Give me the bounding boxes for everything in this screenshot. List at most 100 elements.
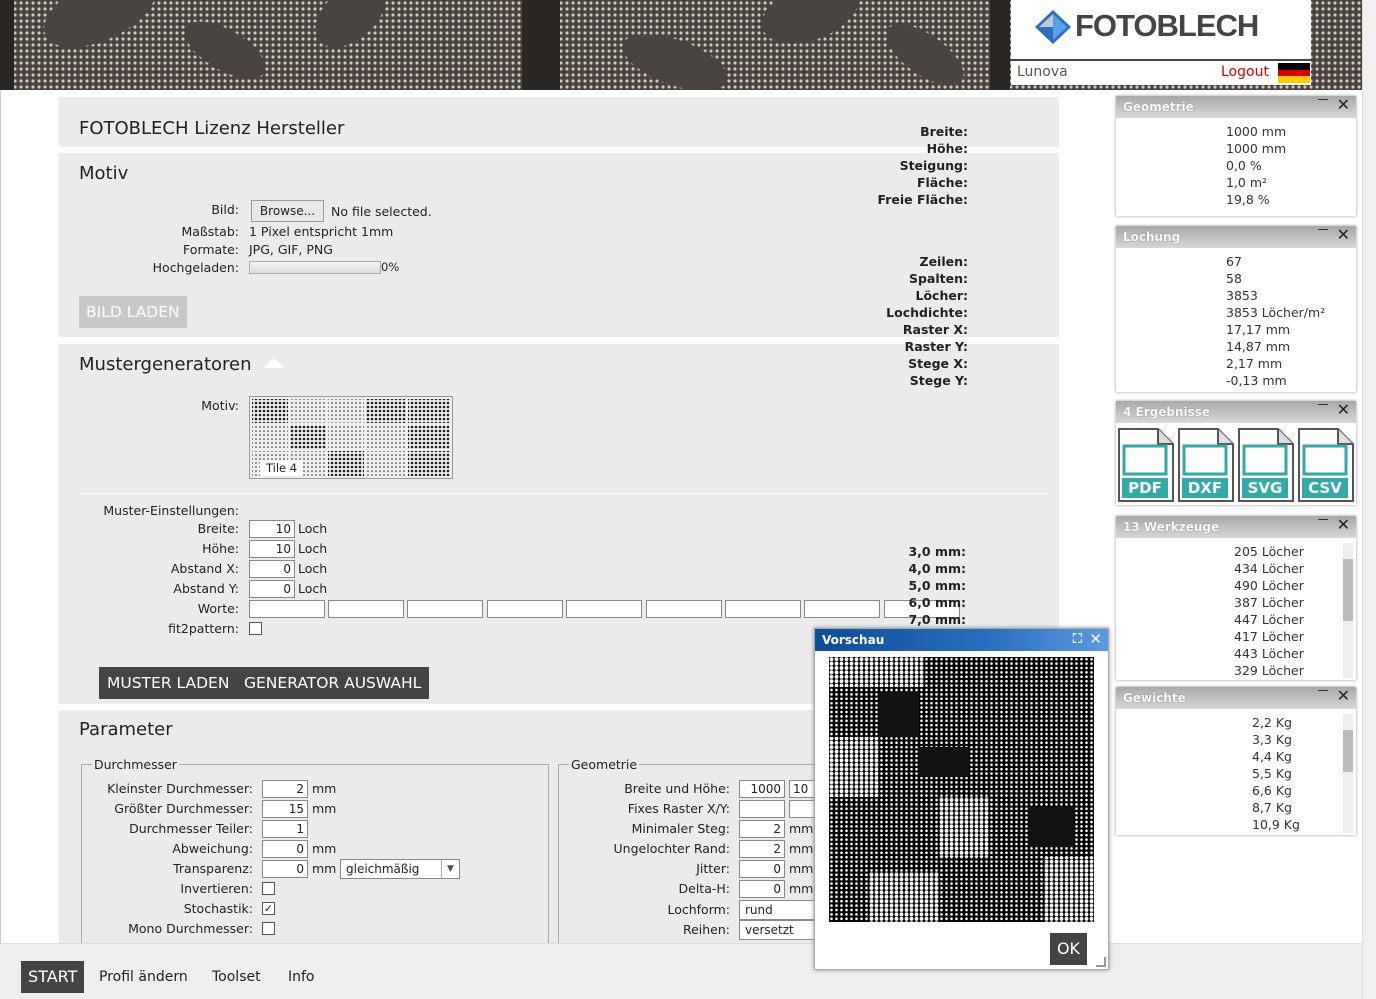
worte-input-7[interactable] [725,600,801,618]
gewichte-widget-header[interactable]: Gewichte ✕ [1116,686,1356,709]
formate-value: JPG, GIF, PNG [249,242,333,257]
rand-label: Ungelochter Rand: [613,841,730,856]
preview-image [829,657,1094,922]
muster-motiv-label: Motiv: [201,398,239,413]
stat-value: 2,17 mm [1226,356,1283,371]
stat-value: 3,3 Kg [1252,732,1292,747]
stat-key: 5,0 mm: [908,578,966,593]
minimize-icon[interactable] [1318,404,1328,405]
minimize-icon[interactable] [1318,690,1328,691]
invertieren-label: Invertieren: [180,881,253,896]
worte-input-2[interactable] [328,600,404,618]
steg-input[interactable]: 2 [739,820,785,838]
nav-toolset[interactable]: Toolset [212,969,261,985]
stat-value: 1000 mm [1226,124,1287,139]
worte-input-4[interactable] [487,600,563,618]
download-csv-icon[interactable]: CSV [1298,428,1354,502]
download-dxf-icon[interactable]: DXF [1178,428,1234,502]
gewichte-scrollbar[interactable] [1343,714,1353,833]
nav-info[interactable]: Info [288,969,315,985]
close-icon[interactable]: ✕ [1089,630,1102,648]
minimize-icon[interactable] [1318,519,1328,520]
close-icon[interactable]: ✕ [1337,400,1350,419]
teiler-input[interactable]: 1 [262,820,308,838]
page-scrollbar[interactable] [1362,0,1376,999]
werkzeuge-widget-header[interactable]: 13 Werkzeuge ✕ [1116,515,1356,538]
worte-input-3[interactable] [407,600,483,618]
groesster-input[interactable]: 15 [262,800,308,818]
close-icon[interactable]: ✕ [1337,686,1350,705]
rand-unit: mm [789,841,814,856]
transparenz-input[interactable]: 0 [262,860,308,878]
steg-label: Minimaler Steg: [631,821,730,836]
muster-abstand-x-input[interactable]: 0 [249,560,295,578]
stat-value: 58 [1226,271,1242,286]
hochgeladen-label: Hochgeladen: [152,260,239,275]
vorschau-title: Vorschau [822,633,885,647]
close-icon[interactable]: ✕ [1337,225,1350,244]
worte-input-1[interactable] [249,600,325,618]
stat-value: 8,7 Kg [1252,800,1292,815]
rand-input[interactable]: 2 [739,840,785,858]
kleinster-input[interactable]: 2 [262,780,308,798]
collapse-arrow-icon[interactable] [263,358,285,368]
stat-value: 329 Löcher [1234,663,1304,678]
upload-progress-text: 0% [381,260,400,274]
raster-input-1[interactable] [739,800,785,818]
fit2pattern-checkbox[interactable] [249,622,262,635]
ergebnisse-widget-header[interactable]: 4 Ergebnisse ✕ [1116,400,1356,423]
ok-button[interactable]: OK [1050,933,1087,965]
download-pdf-icon[interactable]: PDF [1118,428,1174,502]
logo[interactable]: FOTOBLECH [1011,0,1311,59]
stat-value: 10,9 Kg [1252,817,1300,832]
logo-text: FOTOBLECH [1075,8,1259,43]
logout-link[interactable]: Logout [1221,64,1269,80]
maximize-icon[interactable]: ⛶ [1073,632,1082,647]
bh-input-1[interactable]: 1000 [739,780,785,798]
download-svg-icon[interactable]: SVG [1238,428,1294,502]
nav-profil[interactable]: Profil ändern [99,969,188,985]
motiv-tiles-preview[interactable]: Tile 4 [249,396,453,479]
delta-input[interactable]: 0 [739,880,785,898]
minimize-icon[interactable] [1318,229,1328,230]
minimize-icon[interactable] [1318,99,1328,100]
werkzeuge-scrollbar[interactable] [1343,543,1353,678]
german-flag-icon[interactable] [1278,63,1310,83]
transparenz-mode-select[interactable]: gleichmäßig ▼ [340,859,460,879]
vorschau-header[interactable]: Vorschau ⛶ ✕ [815,629,1108,651]
worte-input-6[interactable] [646,600,722,618]
mono-label: Mono Durchmesser: [128,921,253,936]
mono-checkbox[interactable] [262,922,275,935]
bild-label: Bild: [211,202,239,217]
stochastik-checkbox[interactable]: ✓ [262,902,275,915]
parameter-title: Parameter [79,719,173,740]
geometrie-widget-header[interactable]: Geometrie ✕ [1116,95,1356,118]
browse-button[interactable]: Browse... [251,200,324,222]
muster-hoehe-input[interactable]: 10 [249,540,295,558]
stat-value: 0,0 % [1226,158,1262,173]
worte-input-8[interactable] [804,600,880,618]
worte-input-5[interactable] [566,600,642,618]
close-icon[interactable]: ✕ [1337,95,1350,114]
close-icon[interactable]: ✕ [1337,515,1350,534]
title-panel: FOTOBLECH Lizenz Hersteller [59,97,1059,147]
muster-abstand-y-input[interactable]: 0 [249,580,295,598]
groesster-label: Größter Durchmesser: [114,801,253,816]
muster-breite-input[interactable]: 10 [249,520,295,538]
generator-auswahl-button[interactable]: GENERATOR AUSWAHL [236,667,430,699]
upload-progress-bar [249,261,381,274]
start-button[interactable]: START [21,961,85,993]
muster-laden-button[interactable]: MUSTER LADEN [99,667,238,699]
abweichung-input[interactable]: 0 [262,840,308,858]
steg-unit: mm [789,821,814,836]
invertieren-checkbox[interactable] [262,882,275,895]
bild-laden-button[interactable]: BILD LADEN [79,296,187,328]
jitter-input[interactable]: 0 [739,860,785,878]
resize-grip-icon[interactable] [1096,957,1106,967]
gewichte-widget: Gewichte✕ Alu 1,0mm2,2 KgAlu 1,5mm3,3 Kg… [893,686,1356,835]
lochung-widget-header[interactable]: Lochung ✕ [1116,225,1356,248]
geometrie-widget-title: Geometrie [1123,100,1194,114]
transparenz-unit: mm [312,861,337,876]
vorschau-dialog: Vorschau ⛶ ✕ OK [814,628,1109,970]
werkzeuge-widget-title: 13 Werkzeuge [1123,520,1220,534]
